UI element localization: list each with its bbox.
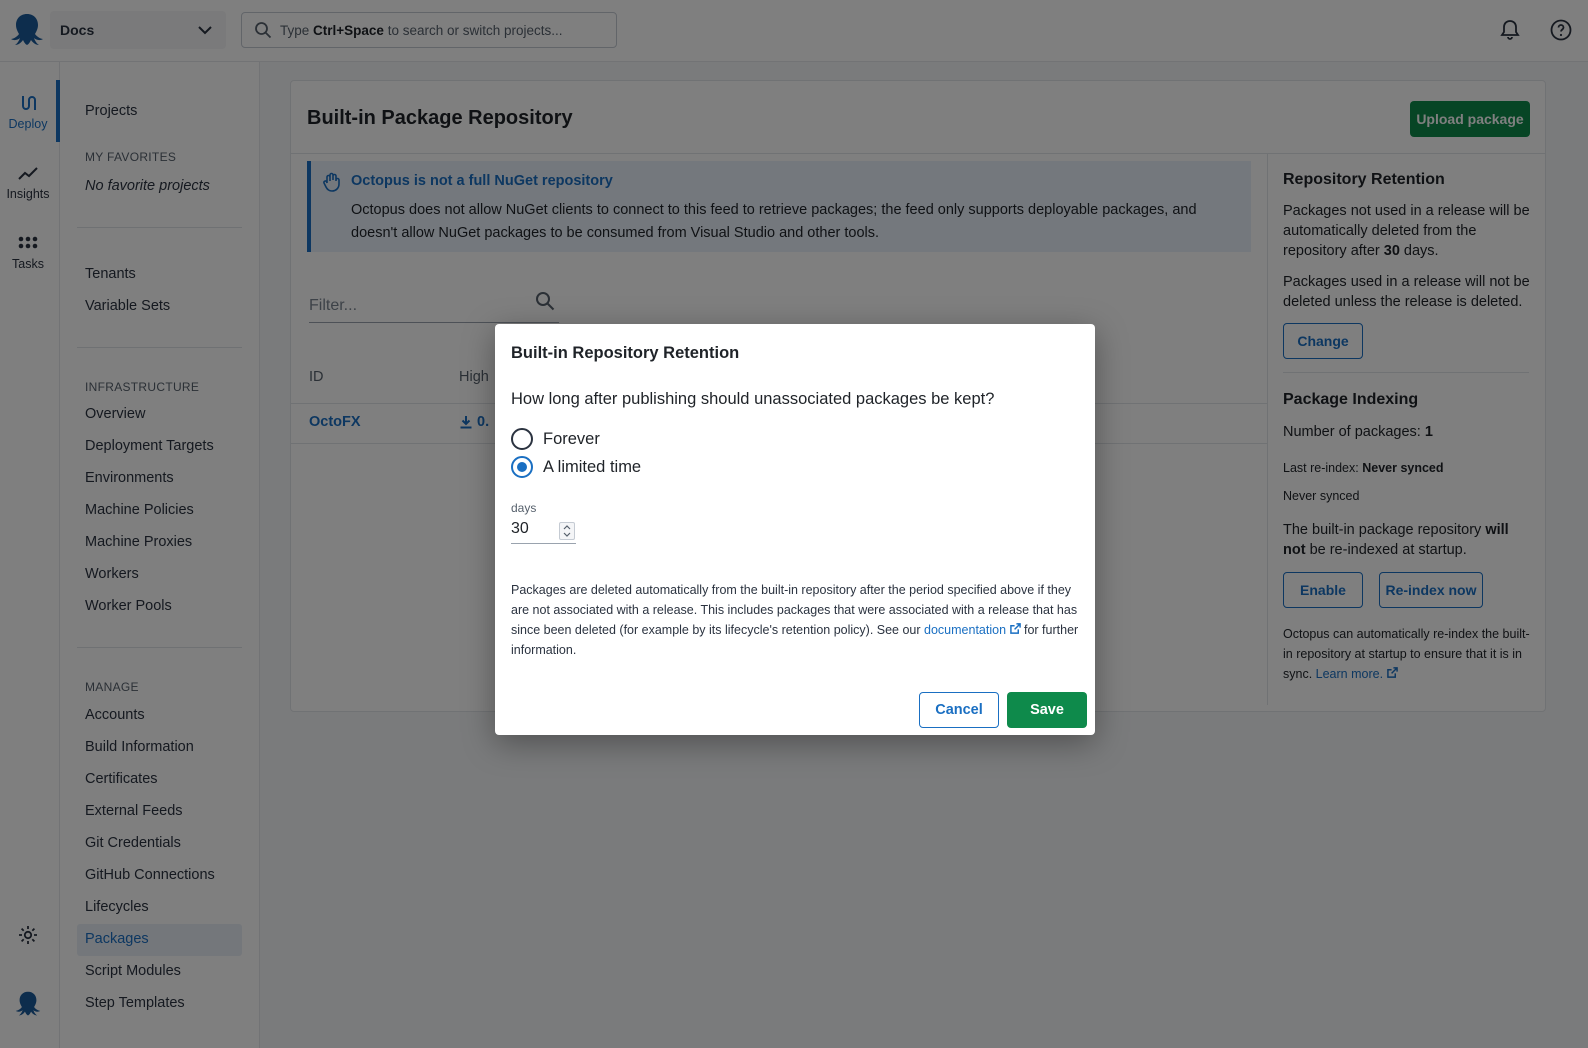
days-label: days (511, 501, 537, 515)
documentation-link[interactable]: documentation (924, 623, 1006, 637)
radio-button[interactable] (511, 428, 533, 450)
radio-forever[interactable]: Forever (511, 428, 600, 450)
external-link-icon (1009, 623, 1021, 634)
stepper-arrows-icon (563, 525, 571, 537)
cancel-button[interactable]: Cancel (919, 692, 999, 728)
retention-dialog: Built-in Repository Retention How long a… (495, 324, 1095, 735)
days-stepper[interactable] (559, 522, 575, 540)
dialog-note: Packages are deleted automatically from … (511, 583, 1079, 657)
dialog-question: How long after publishing should unassoc… (511, 390, 995, 408)
radio-limited-time[interactable]: A limited time (511, 456, 641, 478)
radio-button-selected[interactable] (511, 456, 533, 478)
dialog-title: Built-in Repository Retention (511, 344, 740, 362)
radio-label: Forever (543, 429, 600, 448)
save-button[interactable]: Save (1007, 692, 1087, 728)
radio-label: A limited time (543, 457, 642, 476)
